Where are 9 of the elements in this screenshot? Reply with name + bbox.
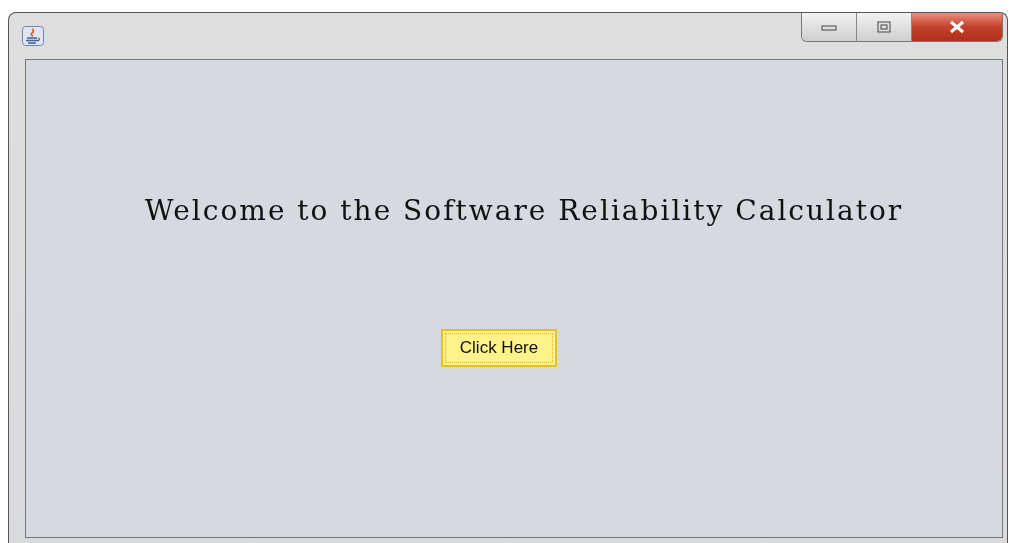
close-button[interactable] (912, 13, 1002, 41)
minimize-button[interactable] (802, 13, 857, 41)
close-icon (948, 20, 966, 34)
coffee-cup-icon (22, 26, 44, 46)
maximize-icon (877, 21, 891, 33)
welcome-heading: Welcome to the Software Reliability Calculator (144, 194, 904, 227)
maximize-button[interactable] (857, 13, 912, 41)
minimize-icon (821, 23, 837, 31)
click-here-button[interactable]: Click Here (440, 329, 558, 367)
